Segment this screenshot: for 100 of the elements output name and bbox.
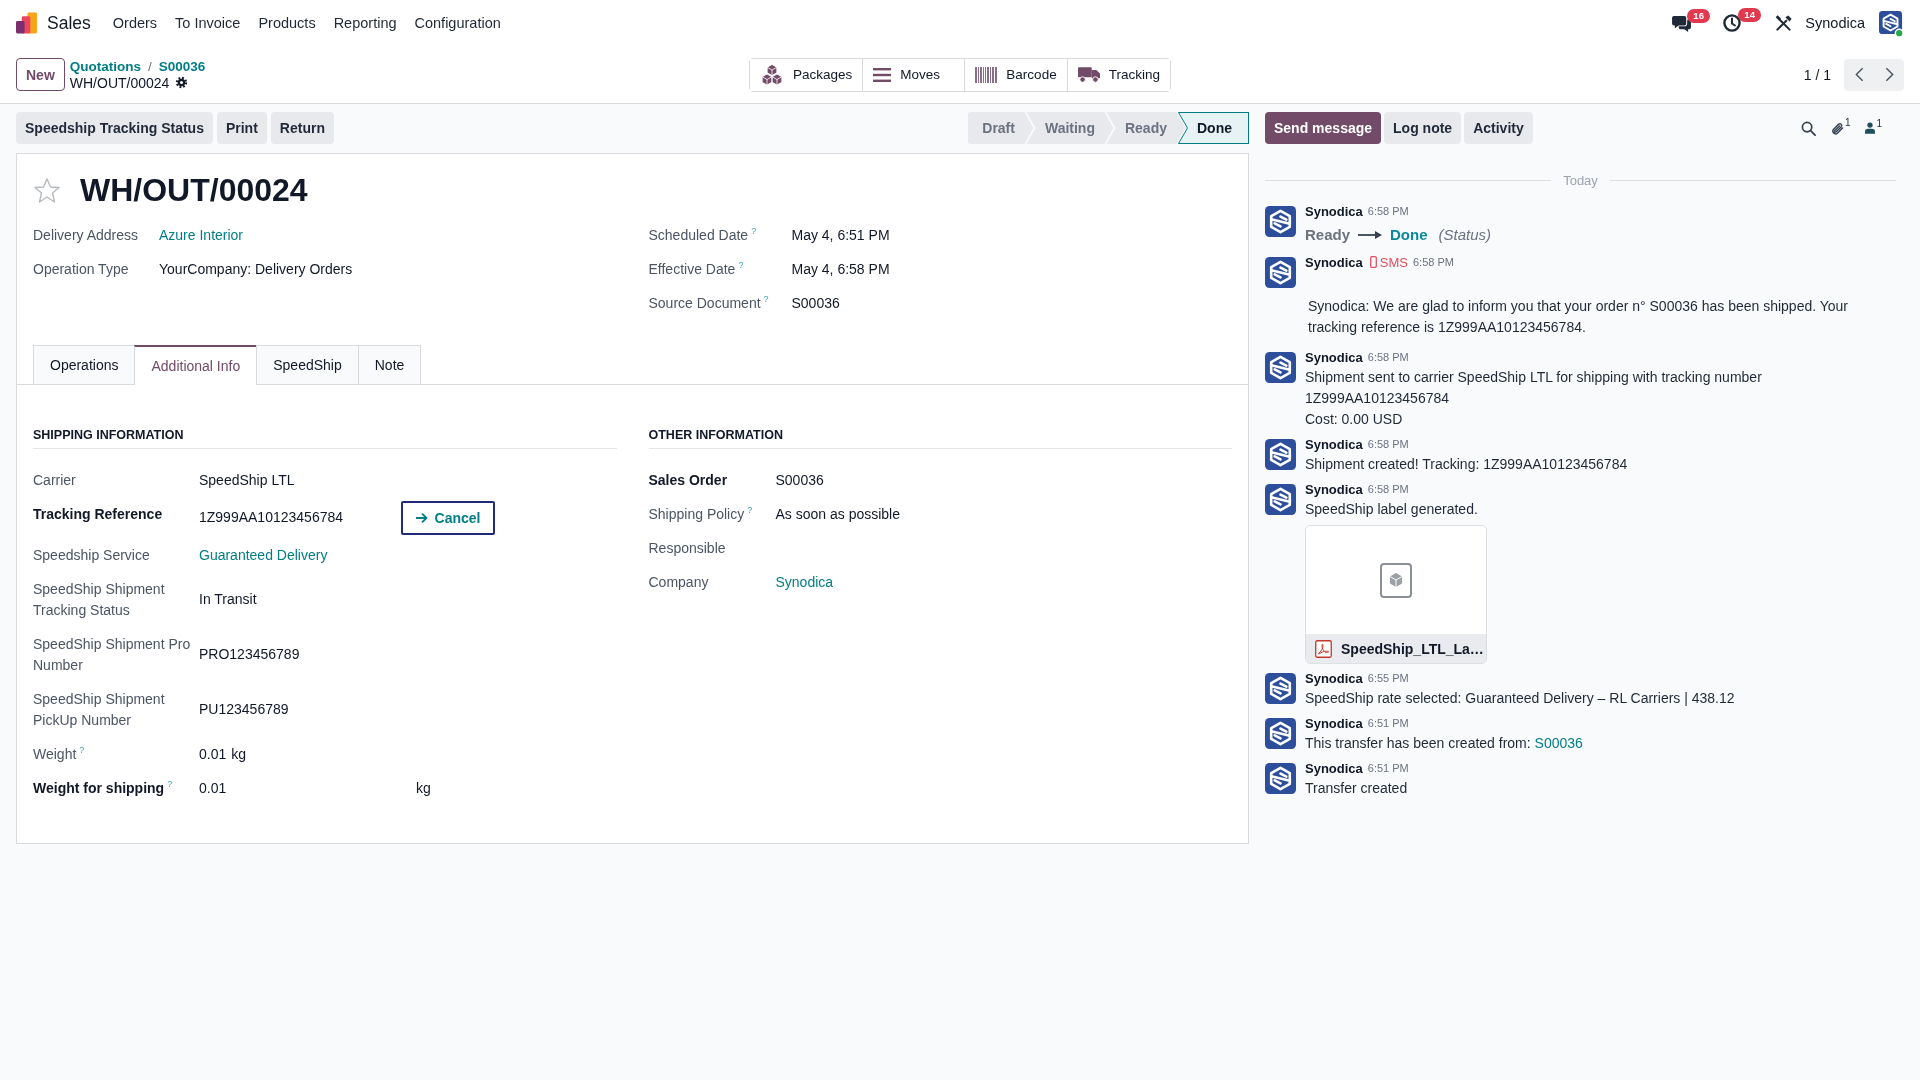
pdf-icon (1315, 639, 1332, 658)
breadcrumb-link[interactable]: Quotations (69, 58, 142, 75)
new-button[interactable]: New (16, 58, 65, 91)
chat-icon[interactable] (1672, 14, 1692, 32)
field-link[interactable]: Synodica (775, 571, 834, 593)
weight-input[interactable]: 0.01 (199, 777, 416, 799)
cube-icon (1380, 562, 1412, 598)
field-value: As soon as possible (775, 504, 901, 524)
phone-icon (1369, 256, 1377, 268)
author-name[interactable]: Synodica (1305, 203, 1363, 219)
author-name[interactable]: Synodica (1305, 760, 1363, 776)
app-name[interactable]: Sales (47, 12, 91, 34)
message-time: 6:55 PM (1367, 672, 1409, 684)
avatar-icon (1265, 352, 1296, 383)
action-button[interactable]: Speedship Tracking Status (16, 112, 213, 144)
breadcrumb-separator: / (148, 58, 152, 75)
field-value: In Transit (199, 590, 257, 609)
attachments-button[interactable]: 1 (1830, 120, 1851, 136)
field-label: SpeedShip Shipment Tracking Status (33, 580, 165, 618)
message-time: 6:58 PM (1367, 351, 1409, 363)
smart-button[interactable]: Packages (750, 58, 864, 91)
long-arrow-icon (1358, 229, 1383, 240)
previous-button[interactable] (1844, 58, 1874, 91)
field-label: Source Document (648, 294, 761, 311)
menu-item[interactable]: Configuration (414, 15, 501, 31)
field-label: Delivery Address (33, 226, 139, 243)
tab[interactable]: Note (357, 345, 422, 384)
message-time: 6:58 PM (1367, 483, 1409, 495)
menu-item[interactable]: Reporting (333, 15, 397, 31)
field-value: 0.01 (199, 744, 227, 764)
search-button[interactable] (1800, 120, 1816, 136)
field-value: May 4, 6:58 PM (791, 259, 890, 279)
field-value: PU123456789 (199, 700, 289, 719)
channel-label: SMS (1379, 254, 1408, 270)
pager-value[interactable]: 1 / 1 (1803, 66, 1831, 83)
chatter-button[interactable]: Log note (1384, 112, 1462, 144)
field-label: Sales Order (648, 471, 728, 488)
section-title: OTHER INFORMATION (648, 427, 1232, 449)
field-label: Carrier (33, 471, 76, 488)
chevron-right-icon (1884, 67, 1894, 82)
author-name[interactable]: Synodica (1305, 670, 1363, 686)
section-title: SHIPPING INFORMATION (33, 427, 617, 449)
paperclip-icon (1830, 120, 1844, 136)
menu-item[interactable]: Products (258, 15, 316, 31)
breadcrumb-link[interactable]: S00036 (158, 58, 206, 75)
chatter-button[interactable]: Send message (1265, 112, 1382, 144)
cancel-button[interactable]: Cancel (401, 500, 495, 535)
field-name: (Status) (1438, 226, 1492, 243)
action-button[interactable]: Return (270, 112, 334, 144)
order-link[interactable]: S00036 (1534, 735, 1583, 751)
app-logo-icon[interactable] (16, 12, 37, 34)
author-name[interactable]: Synodica (1305, 436, 1363, 452)
stage-chevron-icon (1176, 112, 1188, 144)
avatar-icon (1265, 763, 1296, 794)
field-label: Speedship Service (33, 546, 150, 563)
field-label: Operation Type (33, 260, 129, 277)
list-icon (873, 67, 892, 82)
avatar-icon (1265, 718, 1296, 749)
message-text: SpeedShip label generated. (1305, 500, 1479, 519)
gear-icon[interactable] (175, 76, 189, 89)
field-label: Scheduled Date (648, 226, 749, 243)
menu-item[interactable]: To Invoice (175, 15, 241, 31)
next-button[interactable] (1874, 58, 1904, 91)
record-name: WH/OUT/00024 (69, 74, 170, 91)
avatar-icon[interactable] (1879, 11, 1904, 38)
clock-icon[interactable] (1723, 14, 1742, 32)
boxes-icon (760, 63, 785, 86)
action-button[interactable]: Print (216, 112, 267, 144)
field-label: Weight (33, 745, 77, 762)
field-label: Effective Date (648, 260, 736, 277)
menu-item[interactable]: Orders (112, 15, 158, 31)
author-name[interactable]: Synodica (1305, 349, 1363, 365)
tab[interactable]: Operations (33, 345, 136, 384)
tab[interactable]: Additional Info (134, 345, 258, 385)
date-separator: Today (1563, 172, 1598, 188)
field-link[interactable]: Azure Interior (159, 224, 244, 246)
field-value: 1Z999AA10123456784 (199, 508, 345, 527)
user-name[interactable]: Synodica (1805, 15, 1865, 31)
field-label: Company (648, 573, 709, 590)
attachment-card[interactable]: SpeedShip_LTL_La… (1305, 525, 1487, 664)
arrow-right-icon (415, 512, 428, 523)
avatar-icon (1265, 206, 1296, 237)
field-label: Responsible (648, 539, 726, 556)
field-link[interactable]: Guaranteed Delivery (199, 544, 328, 566)
counter-badge: 14 (1738, 8, 1761, 22)
author-name[interactable]: Synodica (1305, 715, 1363, 731)
field-label: Weight for shipping (33, 779, 165, 796)
chatter-button[interactable]: Activity (1464, 112, 1533, 144)
file-name: SpeedShip_LTL_La… (1341, 640, 1484, 657)
field-value: S00036 (791, 293, 840, 313)
barcode-icon (975, 66, 998, 83)
star-icon[interactable] (34, 177, 60, 203)
unit-label: kg (231, 744, 247, 764)
author-name[interactable]: Synodica (1305, 481, 1363, 497)
truck-icon (1077, 66, 1100, 83)
tab[interactable]: SpeedShip (256, 345, 359, 384)
tools-icon[interactable] (1775, 14, 1793, 32)
author-name[interactable]: Synodica (1305, 254, 1363, 270)
unit-label: kg (416, 778, 431, 798)
old-value: Ready (1305, 226, 1351, 243)
